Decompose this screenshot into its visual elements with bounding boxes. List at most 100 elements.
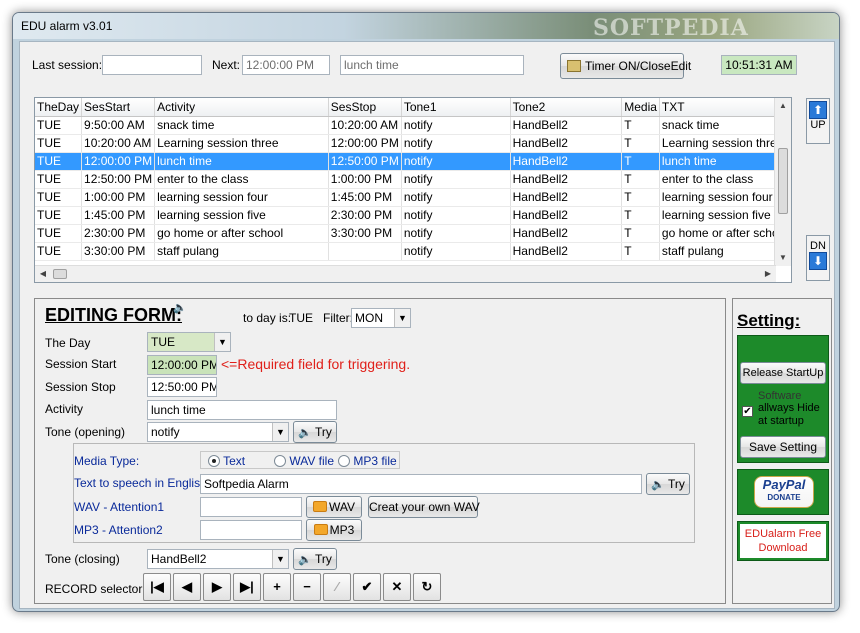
the-day-select[interactable]: TUE ▼ [147,332,231,352]
next-activity-field[interactable]: lunch time [340,55,524,75]
chevron-down-icon[interactable]: ▼ [214,333,230,351]
grid-vertical-scrollbar[interactable]: ▲ ▼ [774,98,791,266]
media-wav-radio[interactable]: WAV file [274,454,334,468]
mp3-browse-button[interactable]: MP3 [306,519,362,541]
chevron-down-icon[interactable]: ▼ [272,423,288,441]
table-cell[interactable]: 10:20:00 AM [328,116,402,135]
table-cell[interactable]: TUE [35,116,83,135]
table-cell[interactable]: 1:00:00 PM [328,170,402,189]
table-cell[interactable]: Learning session three [154,134,329,153]
table-cell[interactable]: TUE [35,134,83,153]
table-cell[interactable]: 12:00:00 PM [328,134,402,153]
table-cell[interactable]: HandBell2 [510,206,623,225]
create-wav-button[interactable]: Creat your own WAV [368,496,480,518]
table-cell[interactable]: T [621,224,660,243]
refresh-record-button[interactable]: ↻ [413,573,441,601]
prev-record-button[interactable]: ◀ [173,573,201,601]
release-startup-button[interactable]: Release StartUp [740,362,826,384]
table-cell[interactable]: TUE [35,206,83,225]
hide-startup-checkbox[interactable]: ✔ [742,406,753,417]
post-record-button[interactable]: ✔ [353,573,381,601]
add-record-button[interactable]: + [263,573,291,601]
table-cell[interactable]: snack time [659,116,792,135]
table-cell[interactable]: learning session four [154,188,329,207]
first-record-button[interactable]: |◀ [143,573,171,601]
schedule-grid[interactable]: TheDay SesStart Activity SesStop Tone1 T… [34,97,792,283]
scroll-up-arrow[interactable]: ▲ [775,98,791,114]
grid-horizontal-scrollbar[interactable]: ◀ ▶ [35,265,776,282]
cancel-record-button[interactable]: ✕ [383,573,411,601]
table-row[interactable]: TUE 12:00:00 PM lunch time 12:50:00 PM notif… [35,152,792,171]
mp3-field[interactable] [200,520,302,540]
table-cell[interactable]: TUE [35,170,83,189]
wav-field[interactable] [200,497,302,517]
table-cell[interactable]: 1:00:00 PM [81,188,156,207]
table-cell[interactable]: T [621,134,660,153]
move-up-button[interactable]: ⬆ UP [806,98,830,144]
col-header[interactable]: TheDay [35,98,83,117]
scroll-down-arrow[interactable]: ▼ [775,250,791,266]
delete-record-button[interactable]: − [293,573,321,601]
table-cell[interactable]: 2:30:00 PM [328,206,402,225]
table-cell[interactable]: staff pulang [659,242,792,261]
table-cell[interactable]: T [621,152,660,171]
table-row[interactable]: TUE 1:00:00 PM learning session four 1:45:0… [35,188,792,207]
tts-field[interactable]: Softpedia Alarm [200,474,642,494]
table-cell[interactable]: notify [401,188,511,207]
table-cell[interactable]: go home or after school [154,224,329,243]
table-row[interactable]: TUE 9:50:00 AM snack time 10:20:00 AM notify… [35,116,792,135]
col-header[interactable]: Media [621,98,660,117]
free-download-link[interactable]: EDUalarm Free Download [740,524,826,558]
table-cell[interactable]: HandBell2 [510,224,623,243]
h-scroll-thumb[interactable] [53,269,67,279]
table-cell[interactable]: TUE [35,242,83,261]
next-time-field[interactable]: 12:00:00 PM [242,55,330,75]
col-header[interactable]: Tone1 [401,98,511,117]
table-cell[interactable]: HandBell2 [510,170,623,189]
col-header[interactable]: Activity [154,98,329,117]
table-cell[interactable]: 1:45:00 PM [328,188,402,207]
session-stop-field[interactable]: 12:50:00 PM [147,377,217,397]
table-row[interactable]: TUE 12:50:00 PM enter to the class 1:00:00 … [35,170,792,189]
table-cell[interactable]: TUE [35,152,83,171]
col-header[interactable]: SesStart [81,98,156,117]
table-cell[interactable]: notify [401,116,511,135]
table-cell[interactable]: T [621,116,660,135]
table-cell[interactable]: notify [401,206,511,225]
session-start-field[interactable]: 12:00:00 PM [147,355,217,375]
table-cell[interactable]: notify [401,242,511,261]
filter-select[interactable]: MON ▼ [351,308,411,328]
table-cell[interactable]: HandBell2 [510,188,623,207]
try-tts-button[interactable]: 🔈 Try [646,473,690,495]
table-cell[interactable]: T [621,170,660,189]
table-cell[interactable]: HandBell2 [510,242,623,261]
table-cell[interactable]: T [621,242,660,261]
media-mp3-radio[interactable]: MP3 file [338,454,397,468]
table-cell[interactable]: T [621,206,660,225]
save-setting-button[interactable]: Save Setting [740,436,826,458]
table-cell[interactable]: HandBell2 [510,152,623,171]
wav-browse-button[interactable]: WAV [306,496,362,518]
col-header[interactable]: Tone2 [510,98,623,117]
table-cell[interactable]: Learning session three [659,134,792,153]
tone-closing-select[interactable]: HandBell2 ▼ [147,549,289,569]
chevron-down-icon[interactable]: ▼ [394,309,410,327]
move-down-button[interactable]: DN ⬇ [806,235,830,281]
table-cell[interactable]: 1:45:00 PM [81,206,156,225]
table-cell[interactable]: lunch time [659,152,792,171]
col-header[interactable]: TXT [659,98,792,117]
table-cell[interactable]: snack time [154,116,329,135]
table-cell[interactable]: T [621,188,660,207]
table-cell[interactable]: notify [401,170,511,189]
next-record-button[interactable]: ▶ [203,573,231,601]
col-header[interactable]: SesStop [328,98,402,117]
table-cell[interactable]: learning session five [659,206,792,225]
last-session-field[interactable] [102,55,202,75]
table-cell[interactable]: 12:00:00 PM [81,152,156,171]
tone-opening-select[interactable]: notify ▼ [147,422,289,442]
table-cell[interactable]: staff pulang [154,242,329,261]
last-record-button[interactable]: ▶| [233,573,261,601]
table-cell[interactable]: 12:50:00 PM [328,152,402,171]
try-opening-button[interactable]: 🔈 Try [293,421,337,443]
table-cell[interactable]: HandBell2 [510,116,623,135]
